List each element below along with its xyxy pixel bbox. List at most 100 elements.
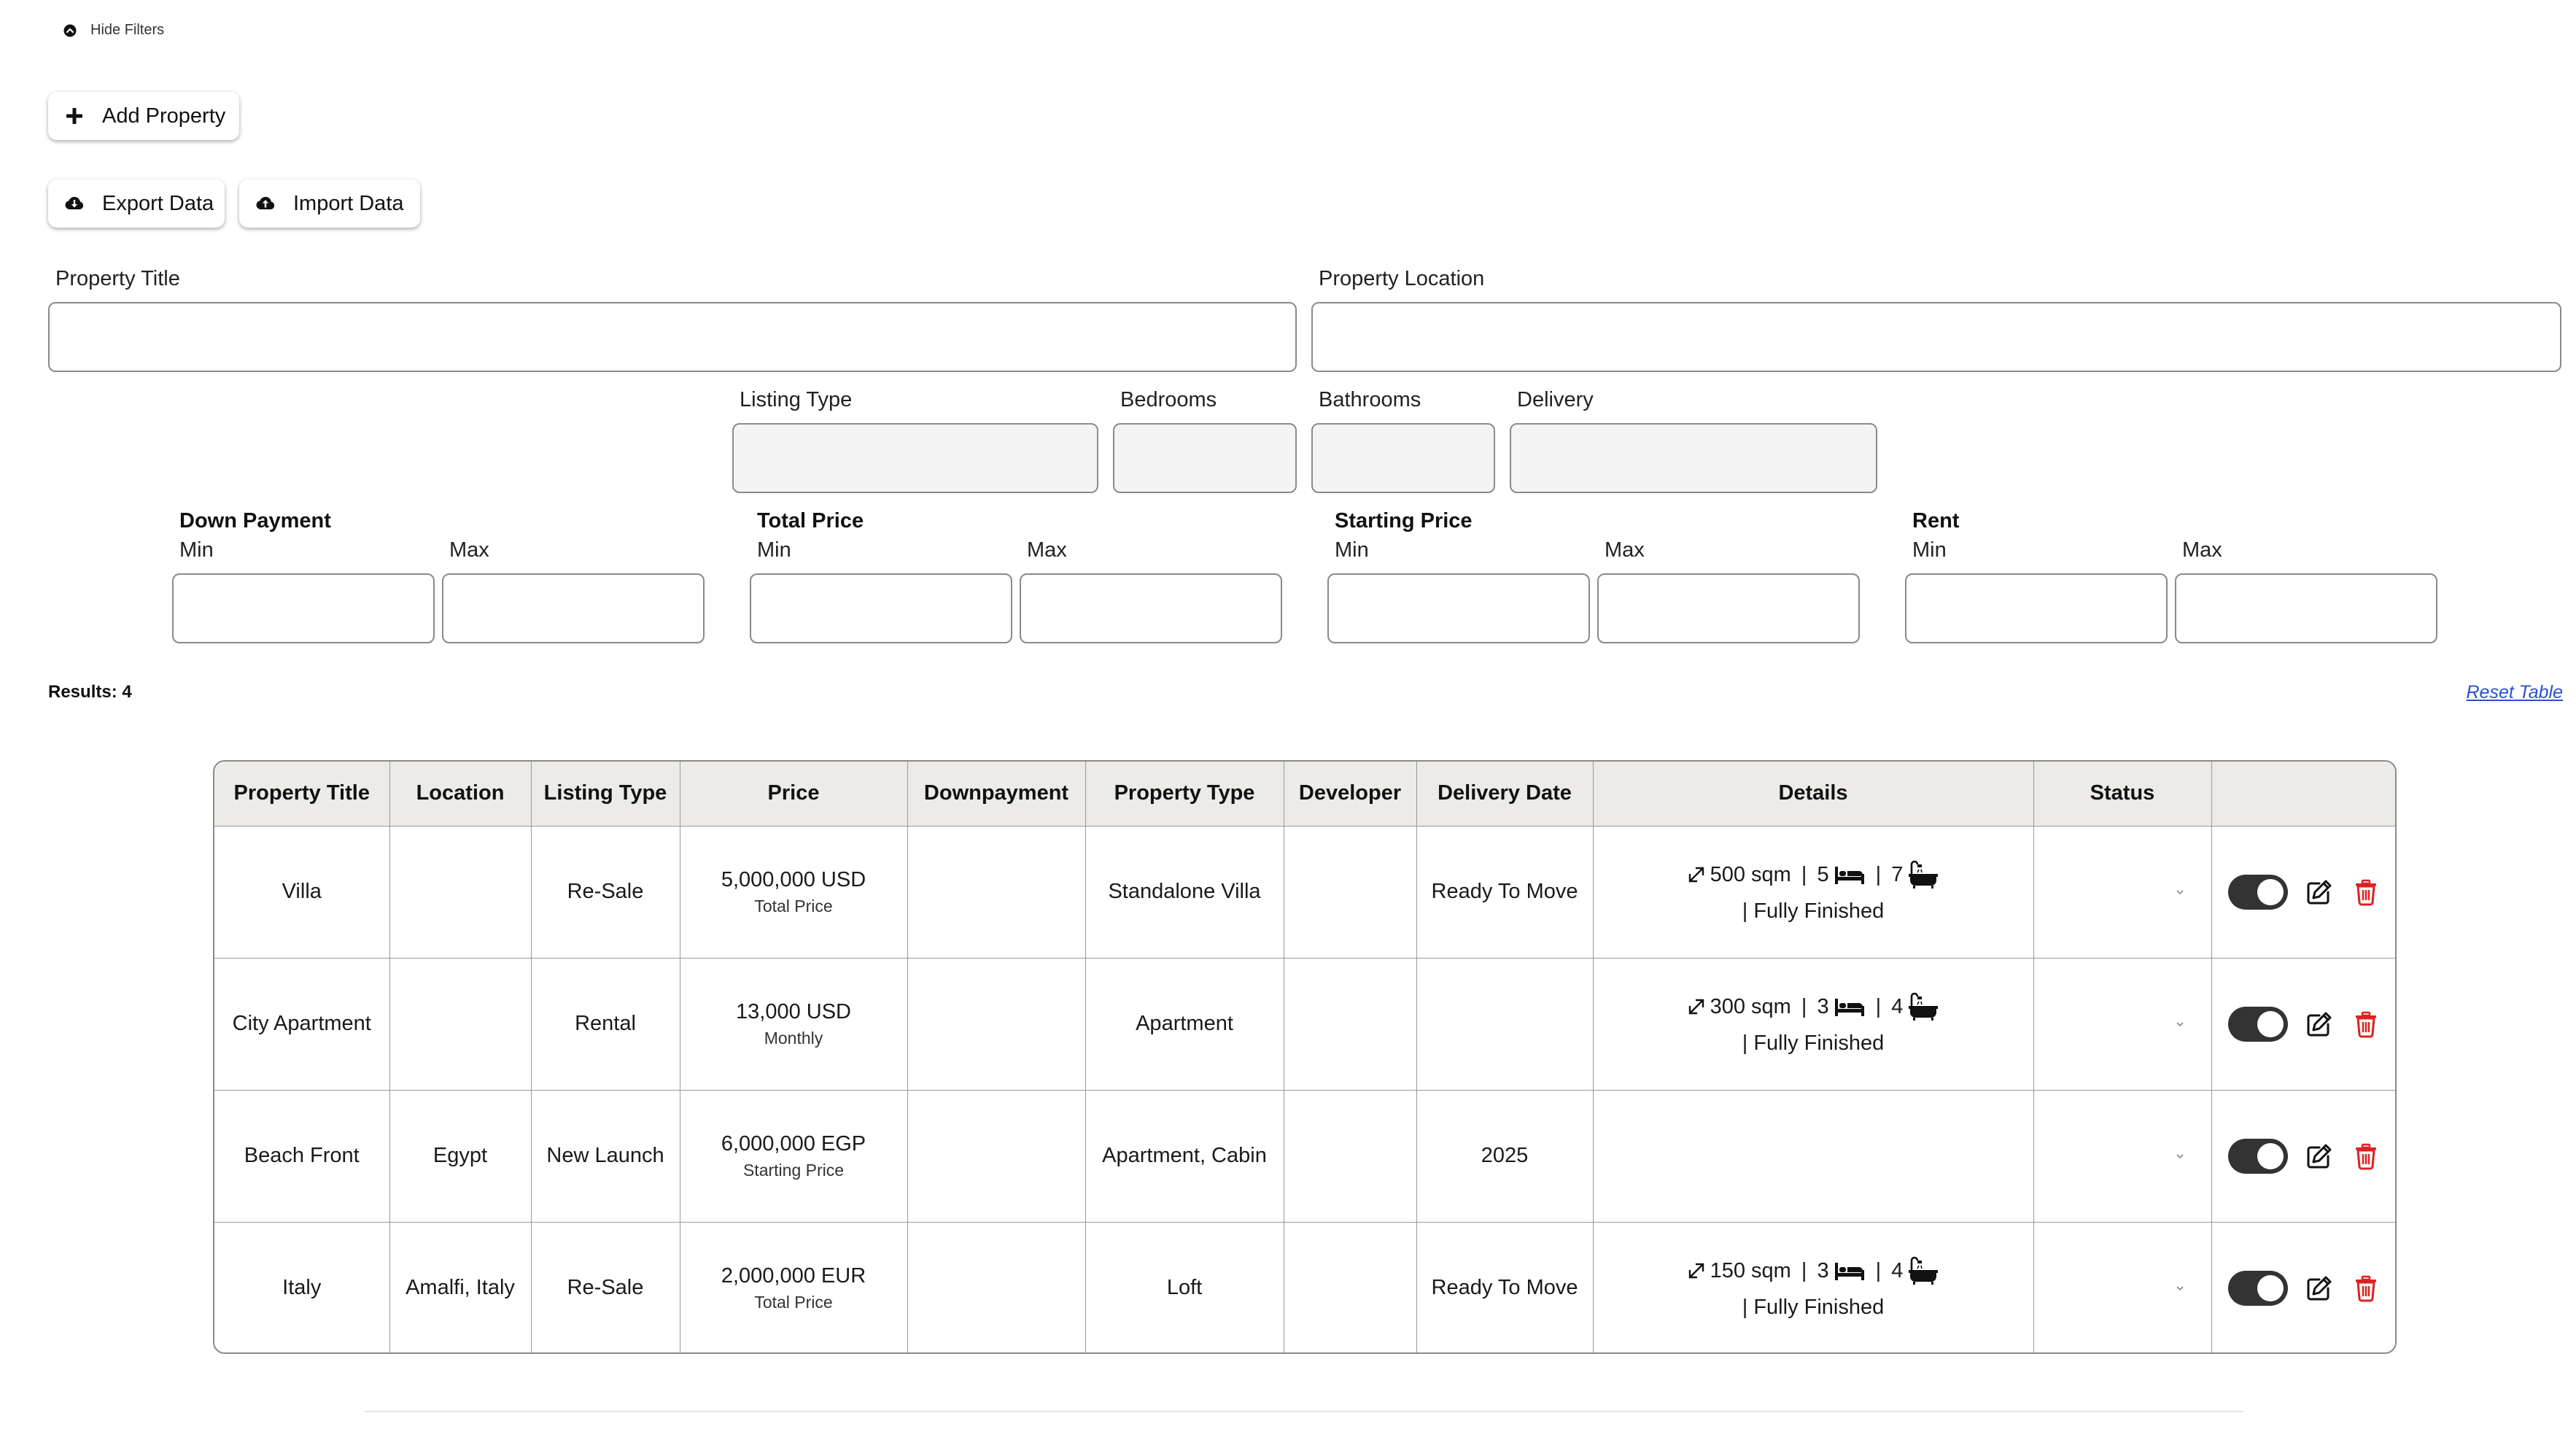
edit-button[interactable]	[2304, 1141, 2335, 1172]
cell-delivery-date	[1416, 957, 1594, 1091]
cell-downpayment	[907, 1089, 1086, 1223]
status-select[interactable]	[2037, 1018, 2208, 1031]
listing-type-select[interactable]	[732, 423, 1098, 493]
down-payment-max-input[interactable]	[442, 573, 705, 643]
edit-button[interactable]	[2304, 1273, 2335, 1304]
import-data-button[interactable]: Import Data	[239, 179, 420, 228]
header-actions	[2211, 762, 2395, 827]
total-price-min-input[interactable]	[750, 573, 1012, 643]
cell-delivery-date: 2025	[1416, 1089, 1594, 1223]
header-downpayment[interactable]: Downpayment	[907, 762, 1086, 827]
row-actions	[2215, 1006, 2396, 1042]
details-content: 500 sqm | 5 | 7 | Fully Finished	[1597, 860, 2030, 924]
table-row: Beach Front Egypt New Launch 6,000,000 E…	[214, 1089, 2396, 1223]
header-developer[interactable]: Developer	[1283, 762, 1417, 827]
hide-filters-toggle[interactable]: Hide Filters	[63, 22, 164, 39]
bathrooms-select[interactable]	[1311, 423, 1495, 493]
cell-delivery-date: Ready To Move	[1416, 1221, 1594, 1352]
toggle-switch-icon[interactable]	[2228, 1006, 2289, 1042]
toggle-switch-icon[interactable]	[2228, 1270, 2289, 1306]
rent-max-input[interactable]	[2175, 573, 2437, 643]
property-location-input[interactable]	[1311, 302, 2561, 372]
toggle-switch-icon[interactable]	[2228, 1138, 2289, 1174]
price-type: Monthly	[764, 1028, 823, 1048]
header-location[interactable]: Location	[389, 762, 532, 827]
header-price[interactable]: Price	[679, 762, 908, 827]
price-value: 2,000,000 EUR	[721, 1263, 866, 1288]
delivery-select[interactable]	[1510, 423, 1877, 493]
bed-icon	[1834, 1263, 1864, 1281]
starting-price-max-input[interactable]	[1597, 573, 1860, 643]
toggle-switch-icon[interactable]	[2228, 874, 2289, 910]
down-payment-min-label: Min	[179, 538, 214, 562]
cell-status[interactable]	[2033, 1221, 2212, 1352]
rent-min-input[interactable]	[1905, 573, 2168, 643]
hide-filters-label: Hide Filters	[90, 22, 165, 38]
price-type: Starting Price	[742, 1160, 845, 1180]
header-property-type[interactable]: Property Type	[1085, 762, 1284, 827]
starting-price-max-label: Max	[1605, 538, 1645, 562]
status-select[interactable]	[2037, 1150, 2208, 1163]
header-delivery-date[interactable]: Delivery Date	[1416, 762, 1594, 827]
cell-location	[389, 957, 532, 1091]
bedrooms-select[interactable]	[1113, 423, 1297, 493]
cell-location	[389, 825, 532, 959]
bathrooms-label: Bathrooms	[1319, 388, 1421, 411]
row-actions	[2215, 1138, 2396, 1174]
cell-actions	[2211, 825, 2396, 959]
header-property-title[interactable]: Property Title	[214, 762, 390, 827]
cell-listing-type: Rental	[530, 957, 680, 1091]
cell-listing-type: Re-Sale	[530, 825, 680, 959]
details-area: 500 sqm	[1710, 862, 1791, 886]
cell-price: 6,000,000 EGP Starting Price	[679, 1089, 908, 1223]
details-sep-1: |	[1795, 862, 1813, 886]
header-listing-type[interactable]: Listing Type	[530, 762, 680, 827]
cell-actions	[2211, 957, 2396, 1091]
total-price-label: Total Price	[757, 509, 864, 533]
cell-status[interactable]	[2033, 957, 2212, 1091]
table-header-row: Property Title Location Listing Type Pri…	[214, 762, 2395, 827]
chevron-down-icon	[2176, 889, 2184, 894]
table-row: Villa Re-Sale 5,000,000 USD Total Price …	[214, 825, 2396, 959]
export-data-button[interactable]: Export Data	[48, 179, 225, 228]
edit-icon	[2307, 1276, 2332, 1301]
details-summary: 300 sqm | 3 | 4	[1597, 992, 2030, 1021]
status-select[interactable]	[2037, 886, 2208, 899]
status-select[interactable]	[2037, 1282, 2208, 1295]
cell-listing-type: New Launch	[530, 1089, 680, 1223]
results-count: Results: 4	[48, 682, 132, 702]
rent-max-label: Max	[2182, 538, 2222, 562]
edit-button[interactable]	[2304, 1009, 2335, 1040]
expand-arrow-icon	[1688, 1263, 1704, 1279]
details-sep-2: |	[1869, 994, 1888, 1018]
reset-table-link[interactable]: Reset Table	[2467, 682, 2564, 703]
details-summary: 500 sqm | 5 | 7	[1597, 860, 2030, 889]
edit-icon	[2307, 1012, 2332, 1036]
cell-status[interactable]	[2033, 825, 2212, 959]
delete-button[interactable]	[2351, 1009, 2381, 1040]
row-actions	[2215, 874, 2396, 910]
cell-status[interactable]	[2033, 1089, 2212, 1223]
properties-table: Property Title Location Listing Type Pri…	[213, 760, 2397, 1354]
cell-downpayment	[907, 957, 1086, 1091]
delete-button[interactable]	[2351, 1141, 2381, 1172]
delete-button[interactable]	[2351, 877, 2381, 907]
chevron-down-icon	[2176, 1286, 2184, 1290]
cell-price: 5,000,000 USD Total Price	[679, 825, 908, 959]
starting-price-min-input[interactable]	[1327, 573, 1590, 643]
header-details[interactable]: Details	[1592, 762, 2034, 827]
edit-button[interactable]	[2304, 877, 2335, 907]
add-property-button[interactable]: Add Property	[48, 92, 239, 140]
edit-icon	[2307, 880, 2332, 904]
cell-property-type: Standalone Villa	[1085, 825, 1284, 959]
delete-button[interactable]	[2351, 1273, 2381, 1304]
details-baths: 4	[1891, 1258, 1904, 1282]
details-sep-1: |	[1795, 994, 1813, 1018]
header-status[interactable]: Status	[2033, 762, 2212, 827]
total-price-max-input[interactable]	[1020, 573, 1282, 643]
details-summary: 150 sqm | 3 | 4	[1597, 1256, 2030, 1285]
bottom-divider	[365, 1411, 2243, 1412]
details-baths: 4	[1891, 994, 1904, 1018]
property-title-input[interactable]	[48, 302, 1297, 372]
down-payment-min-input[interactable]	[172, 573, 435, 643]
